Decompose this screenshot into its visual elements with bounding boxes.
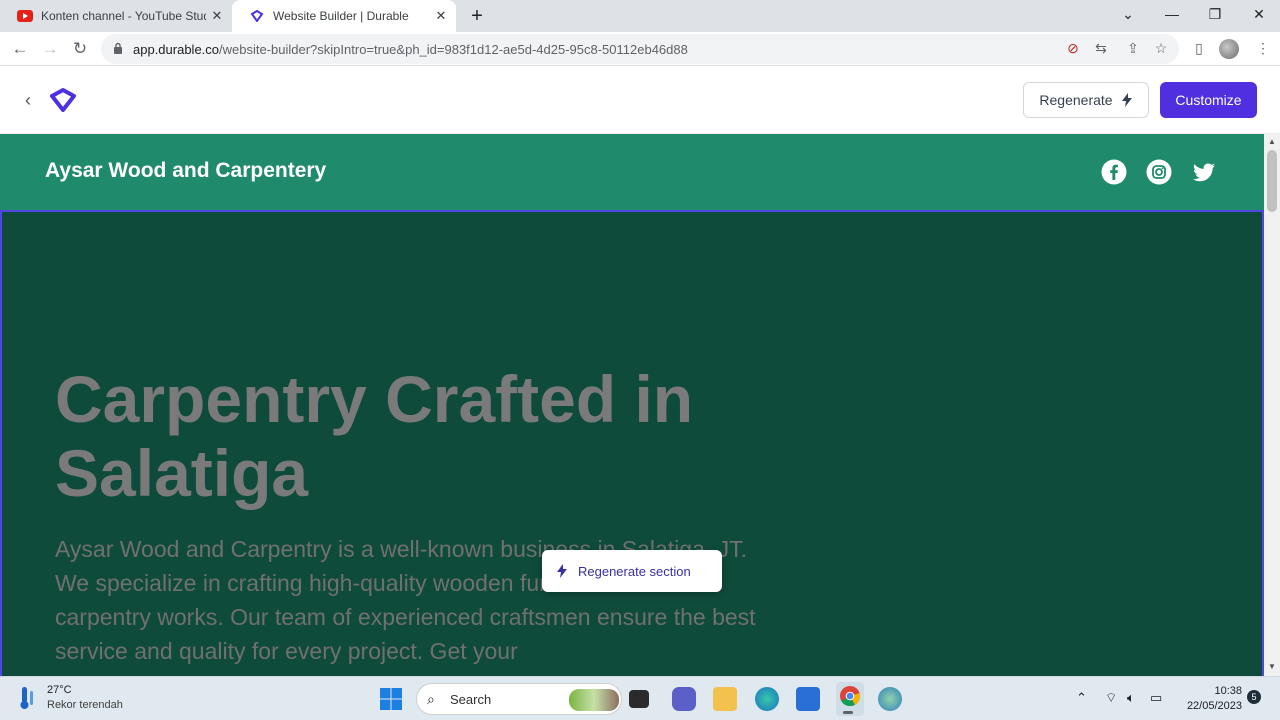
lock-icon xyxy=(114,42,122,54)
restore-icon[interactable]: ❐ xyxy=(1193,0,1237,32)
close-window-icon[interactable]: ✕ xyxy=(1237,0,1280,32)
chrome-icon xyxy=(840,686,861,707)
scroll-up-icon[interactable]: ▲ xyxy=(1267,137,1277,147)
regenerate-section-label: Regenerate section xyxy=(578,563,691,579)
share-icon[interactable]: ⇪ xyxy=(1124,39,1142,57)
browser-toolbar: ← → ↻ app.durable.co/website-builder?ski… xyxy=(0,32,1280,66)
search-icon: ⌕ xyxy=(427,691,435,707)
close-tab-icon[interactable]: ✕ xyxy=(434,9,448,23)
scrollbar-thumb[interactable] xyxy=(1267,150,1277,212)
task-view-icon[interactable] xyxy=(629,690,649,708)
browser-tab-strip: Konten channel - YouTube Studio ✕ Websit… xyxy=(0,0,1280,32)
regenerate-button[interactable]: Regenerate xyxy=(1023,82,1149,118)
youtube-icon xyxy=(17,8,33,24)
chevron-up-icon[interactable]: ⌃ xyxy=(1076,690,1087,706)
scroll-down-icon[interactable]: ▼ xyxy=(1267,662,1277,672)
builder-app-bar: ‹ Regenerate Customize xyxy=(0,67,1280,134)
forward-arrow-icon[interactable]: → xyxy=(40,39,60,59)
search-highlight-art xyxy=(569,689,619,711)
url-host: app.durable.co xyxy=(133,42,220,57)
tab-search-icon[interactable]: ⌄ xyxy=(1106,0,1150,32)
new-tab-icon[interactable]: + xyxy=(466,6,488,26)
site-brand-name[interactable]: Aysar Wood and Carpentery xyxy=(45,159,326,183)
thermometer-icon[interactable] xyxy=(18,685,40,711)
weather-note[interactable]: Rekor terendah xyxy=(47,699,123,711)
customize-button[interactable]: Customize xyxy=(1160,82,1257,118)
battery-icon[interactable]: ▭ xyxy=(1150,690,1162,706)
chevron-left-icon[interactable]: ‹ xyxy=(25,90,39,110)
hero-title: Carpentry Crafted in Salatiga xyxy=(55,362,694,510)
search-label: Search xyxy=(450,692,492,707)
chrome-active-tile[interactable] xyxy=(836,682,864,716)
teams-chat-icon[interactable] xyxy=(672,687,696,711)
url-path: /website-builder?skipIntro=true&ph_id=98… xyxy=(219,42,688,57)
tab-website-builder[interactable]: Website Builder | Durable ✕ xyxy=(232,0,456,32)
lightning-icon xyxy=(1121,93,1132,107)
facebook-icon[interactable] xyxy=(1101,159,1127,185)
bookmark-star-icon[interactable]: ☆ xyxy=(1152,39,1170,57)
page-scrollbar[interactable]: ▲ ▼ xyxy=(1264,134,1280,676)
system-clock[interactable]: 10:38 22/05/2023 xyxy=(1180,684,1242,714)
twitter-icon[interactable] xyxy=(1191,159,1217,185)
url-text: app.durable.co/website-builder?skipIntro… xyxy=(133,42,688,57)
website-preview: Aysar Wood and Carpentery Carpentry Craf… xyxy=(0,134,1264,676)
edge-icon[interactable] xyxy=(755,687,779,711)
close-tab-icon[interactable]: ✕ xyxy=(210,9,224,23)
notification-badge[interactable]: 5 xyxy=(1247,690,1261,704)
clock-date: 22/05/2023 xyxy=(1186,700,1242,712)
back-arrow-icon[interactable]: ← xyxy=(10,39,30,59)
blocked-popup-icon[interactable]: ⊘ xyxy=(1064,39,1082,57)
file-explorer-icon[interactable] xyxy=(713,687,737,711)
taskbar-search[interactable]: ⌕ Search xyxy=(416,683,622,715)
windows-start-icon[interactable] xyxy=(379,687,403,711)
speaker-icon[interactable]: 🔈︎ xyxy=(1127,690,1135,706)
clock-time: 10:38 xyxy=(1214,685,1242,697)
regenerate-section-button[interactable]: Regenerate section xyxy=(542,550,722,592)
wifi-icon[interactable]: ⌔ xyxy=(1105,690,1117,706)
more-menu-icon[interactable]: ⋮ xyxy=(1254,39,1272,57)
lightning-icon xyxy=(557,564,567,578)
store-icon[interactable] xyxy=(796,687,820,711)
site-header: Aysar Wood and Carpentery xyxy=(0,134,1264,210)
side-panel-icon[interactable]: ▯ xyxy=(1190,39,1208,57)
globe-app-icon[interactable] xyxy=(878,687,902,711)
windows-taskbar: 27°C Rekor terendah ⌕ Search ⌃ ⌔ 🔈︎ ▭ 10… xyxy=(0,676,1280,720)
hero-section[interactable]: Carpentry Crafted in Salatiga Aysar Wood… xyxy=(0,210,1264,676)
durable-logo[interactable] xyxy=(48,87,78,113)
regenerate-label: Regenerate xyxy=(1039,92,1113,108)
durable-icon xyxy=(249,8,265,24)
tab-title: Website Builder | Durable xyxy=(273,9,409,23)
tab-title: Konten channel - YouTube Studio xyxy=(41,9,206,23)
active-indicator xyxy=(843,711,853,714)
tab-youtube-studio[interactable]: Konten channel - YouTube Studio ✕ xyxy=(0,0,232,32)
instagram-icon[interactable] xyxy=(1146,159,1172,185)
profile-avatar[interactable] xyxy=(1219,39,1239,59)
reload-icon[interactable]: ↻ xyxy=(70,39,90,59)
address-bar[interactable]: app.durable.co/website-builder?skipIntro… xyxy=(101,34,1179,64)
weather-temperature[interactable]: 27°C xyxy=(47,684,72,696)
minimize-icon[interactable]: — xyxy=(1150,0,1194,32)
translate-icon[interactable]: ⇆ xyxy=(1092,39,1110,57)
